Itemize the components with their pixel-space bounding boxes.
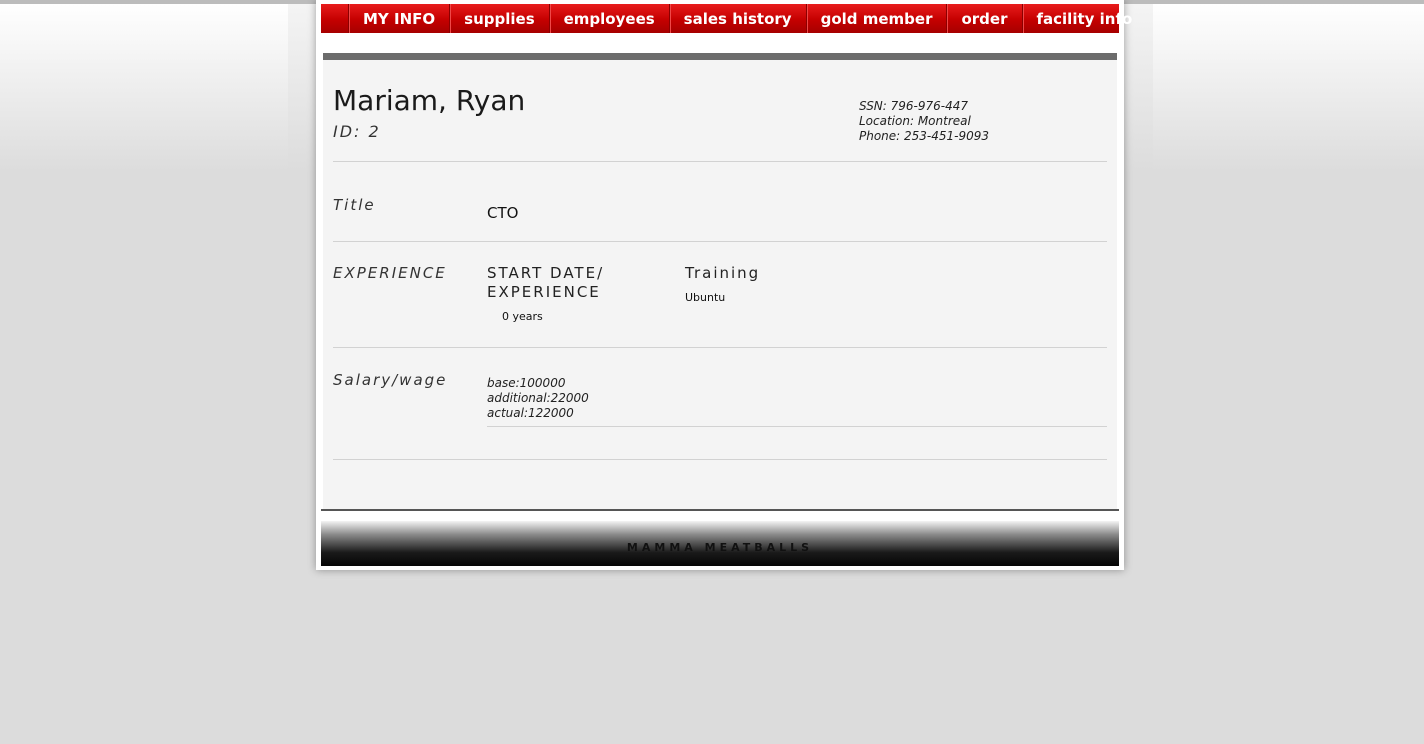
title-label: Title	[333, 196, 376, 214]
nav-facility-info[interactable]: facility info	[1021, 4, 1147, 33]
divider	[333, 161, 1107, 162]
divider	[333, 241, 1107, 242]
contact-info: SSN: 796-976-447 Location: Montreal Phon…	[859, 99, 989, 144]
footer: MAMMA MEATBALLS	[321, 521, 1119, 566]
start-date-heading: START DATE/ EXPERIENCE	[487, 264, 604, 302]
footer-divider	[321, 509, 1119, 511]
page-container: MY INFO supplies employees sales history…	[316, 0, 1132, 570]
ssn-text: SSN: 796-976-447	[859, 99, 969, 113]
employee-id: ID: 2	[333, 122, 381, 141]
location-text: Location: Montreal	[859, 114, 971, 128]
salary-divider	[487, 426, 1107, 427]
experience-label: EXPERIENCE	[333, 264, 447, 282]
salary-additional: additional:22000	[487, 391, 589, 405]
employee-name: Mariam, Ryan	[333, 84, 526, 117]
salary-actual: actual:122000	[487, 406, 574, 420]
start-date-heading-line1: START DATE/	[487, 264, 605, 282]
salary-base: base:100000	[487, 376, 566, 390]
footer-brand: MAMMA MEATBALLS	[626, 541, 814, 554]
main-nav: MY INFO supplies employees sales history…	[321, 4, 1132, 33]
nav-gold-member[interactable]: gold member	[805, 4, 947, 33]
title-value: CTO	[487, 204, 519, 222]
nav-supplies[interactable]: supplies	[449, 4, 548, 33]
nav-order[interactable]: order	[946, 4, 1021, 33]
start-date-heading-line2: EXPERIENCE	[487, 283, 601, 301]
nav-my-info[interactable]: MY INFO	[348, 4, 449, 33]
training-value: Ubuntu	[685, 291, 726, 304]
nav-employees[interactable]: employees	[548, 4, 669, 33]
employee-profile-panel: Mariam, Ryan ID: 2 SSN: 796-976-447 Loca…	[323, 53, 1117, 509]
phone-text: Phone: 253-451-9093	[859, 129, 990, 143]
salary-details: base:100000 additional:22000 actual:1220…	[487, 376, 589, 421]
nav-sales-history[interactable]: sales history	[668, 4, 806, 33]
training-heading: Training	[685, 264, 761, 282]
experience-years: 0 years	[502, 310, 543, 323]
divider	[333, 347, 1107, 348]
salary-label: Salary/wage	[333, 371, 448, 389]
divider	[333, 459, 1107, 460]
